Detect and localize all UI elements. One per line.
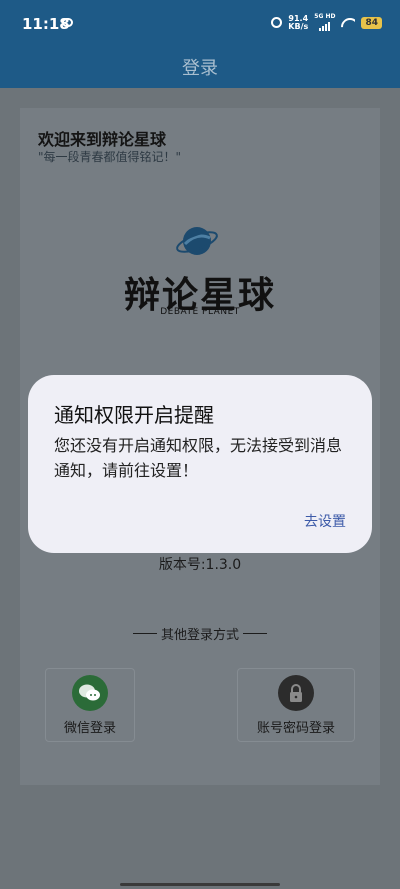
status-bar: 11:18 91.4 KB/s 5G HD 84 <box>0 0 400 44</box>
battery-level: 84 <box>361 16 382 29</box>
status-icons: 91.4 KB/s 5G HD 84 <box>271 14 382 31</box>
other-login-label: 其他登录方式 <box>160 628 239 643</box>
home-indicator[interactable] <box>120 883 280 886</box>
notification-face-icon <box>62 18 73 27</box>
dialog-title: 通知权限开启提醒 <box>54 403 214 427</box>
welcome-title: 欢迎来到辩论星球 <box>38 130 167 149</box>
alarm-icon <box>271 17 283 28</box>
lock-icon <box>278 675 314 711</box>
account-login-label: 账号密码登录 <box>256 721 335 736</box>
net-speed: 91.4 KB/s <box>288 14 309 31</box>
other-login-divider: 其他登录方式 <box>20 624 380 643</box>
net-speed-unit: KB/s <box>288 21 309 31</box>
planet-logo-icon <box>176 227 218 255</box>
divider-line-right <box>243 633 267 634</box>
page-title: 登录 <box>182 58 218 79</box>
wechat-login-button[interactable]: 微信登录 <box>45 668 135 742</box>
go-settings-button[interactable]: 去设置 <box>304 511 346 531</box>
wifi-icon <box>341 18 355 28</box>
signal-icon <box>319 20 331 31</box>
network-indicator: 5G HD <box>314 14 335 31</box>
wechat-login-label: 微信登录 <box>63 721 116 736</box>
wechat-icon <box>72 675 108 711</box>
welcome-quote: "每一段青春都值得铭记！" <box>38 150 182 164</box>
dialog-message: 您还没有开启通知权限，无法接受到消息通知，请前往设置！ <box>54 436 343 480</box>
divider-line-left <box>132 633 157 634</box>
account-login-button[interactable]: 账号密码登录 <box>237 668 355 742</box>
logo-subtitle: DEBATE PLANET <box>160 307 240 317</box>
app-bar: 登录 <box>0 44 400 88</box>
notification-permission-dialog: 通知权限开启提醒 您还没有开启通知权限，无法接受到消息通知，请前往设置！ 去设置 <box>28 375 372 553</box>
version-label: 版本号:1.3.0 <box>158 557 242 573</box>
